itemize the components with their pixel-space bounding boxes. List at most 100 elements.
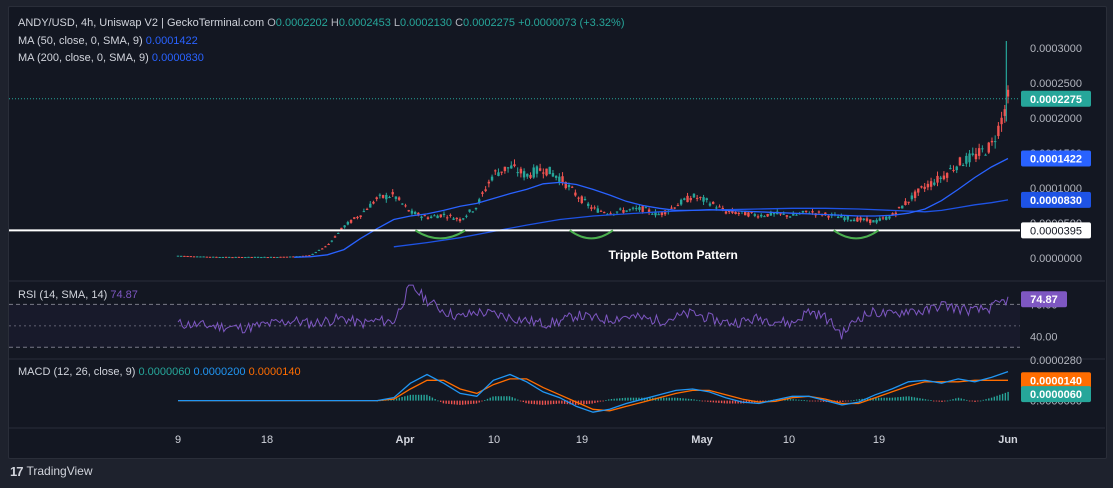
candle — [468, 209, 471, 212]
macd-histogram-bar — [806, 400, 808, 402]
macd-histogram-bar — [679, 398, 682, 401]
candle — [445, 217, 449, 219]
candle — [708, 203, 712, 206]
macd-histogram-bar — [486, 398, 489, 401]
high-label: H — [330, 17, 339, 29]
candle — [747, 212, 750, 217]
candle — [859, 217, 862, 221]
candle — [958, 157, 962, 166]
candle — [881, 217, 885, 219]
candle — [683, 198, 686, 200]
candle — [984, 154, 987, 156]
candle — [811, 211, 814, 213]
macd-hist-value: 0.0000060 — [138, 366, 191, 378]
macd-histogram-bar — [522, 400, 524, 403]
candle — [945, 173, 949, 178]
macd-histogram-bar — [401, 397, 403, 401]
candle — [676, 205, 680, 207]
candle — [827, 215, 830, 218]
candle — [817, 211, 821, 213]
candle — [288, 256, 292, 258]
macd-histogram-bar — [897, 397, 899, 401]
macd-histogram-bar — [955, 398, 957, 401]
candle — [240, 257, 244, 259]
candle — [532, 167, 535, 178]
candle — [481, 192, 484, 194]
macd-histogram-bar — [957, 397, 960, 401]
macd-histogram-bar — [530, 400, 533, 404]
candle — [522, 171, 526, 178]
macd-histogram-bar — [588, 400, 591, 404]
low-value: 0.0002130 — [400, 17, 452, 29]
macd-histogram-bar — [999, 394, 1001, 401]
macd-histogram-bar — [946, 400, 949, 402]
macd-histogram-bar — [718, 400, 720, 403]
candle — [872, 220, 875, 223]
time-axis: 9 18 Apr 10 19 May 10 19 Jun — [175, 434, 1018, 446]
macd-histogram-bar — [894, 397, 896, 401]
macd-histogram-bar — [511, 397, 513, 401]
candle — [490, 176, 494, 181]
close-value: 0.0002275 — [463, 17, 516, 29]
candle — [484, 189, 487, 192]
candle — [619, 208, 622, 210]
candle — [920, 186, 923, 188]
macd-histogram-bar — [922, 398, 924, 401]
candle — [760, 214, 763, 217]
candle — [327, 244, 330, 246]
rsi-band-fill — [9, 304, 1020, 348]
ma50-legend[interactable]: MA (50, close, 0, SMA, 9) 0.0001422 — [18, 35, 198, 47]
candle — [272, 256, 276, 258]
macd-histogram-bar — [544, 400, 547, 405]
macd-histogram-bar — [624, 397, 626, 401]
macd-histogram-bar — [803, 400, 805, 401]
macd-histogram-bar — [910, 396, 913, 401]
macd-histogram-bar — [709, 400, 712, 403]
chart-canvas[interactable]: 0.00030000.00025000.00020000.00015000.00… — [0, 0, 1113, 460]
candle — [375, 197, 378, 200]
macd-histogram-bar — [817, 400, 819, 402]
candle — [897, 206, 901, 208]
candle — [577, 197, 580, 199]
macd-histogram-bar — [613, 398, 615, 401]
rsi-axis-tick: 40.00 — [1030, 332, 1058, 344]
candle — [933, 182, 936, 185]
tradingview-brand[interactable]: TradingView — [26, 464, 92, 478]
macd-histogram-bar — [599, 400, 602, 402]
close-label: C — [455, 17, 464, 29]
macd-histogram-bar — [602, 400, 604, 402]
macd-histogram-bar — [985, 399, 987, 401]
macd-histogram-bar — [853, 399, 855, 401]
macd-histogram-bar — [539, 400, 541, 405]
candle — [692, 193, 696, 198]
candle — [500, 171, 503, 173]
macd-histogram-bar — [905, 396, 907, 401]
open-label: O — [267, 17, 276, 29]
macd-histogram-bar — [508, 396, 511, 401]
candle — [875, 219, 878, 223]
candle — [670, 207, 673, 209]
candle — [705, 198, 708, 200]
candle — [462, 218, 465, 220]
macd-histogram-bar — [420, 394, 423, 401]
macd-histogram-bar — [792, 399, 794, 401]
macd-histogram-bar — [952, 399, 954, 401]
macd-line — [178, 370, 1009, 413]
macd-legend[interactable]: MACD (12, 26, close, 9) 0.0000060 0.0000… — [18, 366, 301, 378]
macd-histogram-bar — [795, 399, 797, 401]
macd-histogram-bar — [558, 400, 560, 404]
candle — [801, 210, 805, 213]
candle — [487, 181, 491, 184]
candle — [699, 196, 702, 198]
bottom-arc — [414, 229, 466, 240]
ma200-legend[interactable]: MA (200, close, 0, SMA, 9) 0.0000830 — [18, 52, 204, 64]
rsi-legend[interactable]: RSI (14, SMA, 14) 74.87 — [18, 289, 138, 301]
macd-histogram-bar — [561, 400, 563, 404]
macd-histogram-bar — [450, 400, 453, 405]
candle — [878, 218, 882, 221]
macd-histogram-bar — [908, 396, 910, 401]
candle — [852, 219, 856, 222]
macd-histogram-bar — [971, 400, 973, 402]
candle — [596, 208, 600, 213]
candle — [282, 256, 285, 258]
